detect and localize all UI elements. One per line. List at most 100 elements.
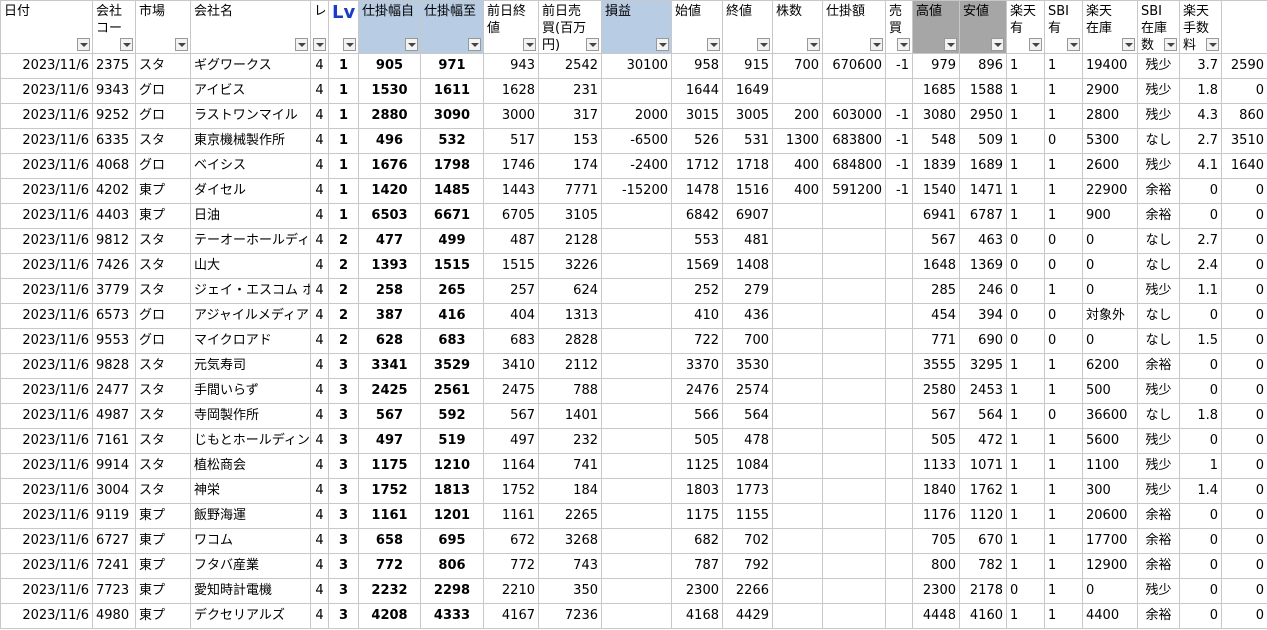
cell-low[interactable]: 4160 [959,603,1007,629]
filter-dropdown-icon[interactable] [1122,38,1135,51]
cell-sbi-avail[interactable]: 1 [1044,153,1083,179]
cell-prev-volume[interactable]: 174 [538,153,602,179]
header-open[interactable]: 始値 [671,0,723,54]
cell-prev-volume[interactable]: 153 [538,128,602,154]
cell-side[interactable] [885,428,913,454]
cell-lv[interactable]: 3 [328,403,359,429]
cell-lv[interactable]: 1 [328,178,359,204]
header-prev-close[interactable]: 前日終値 [483,0,539,54]
cell-extra[interactable]: 0 [1221,178,1267,204]
cell-re[interactable]: 4 [310,253,329,279]
cell-rakuten-avail[interactable]: 0 [1006,228,1045,254]
cell-lv[interactable]: 2 [328,328,359,354]
cell-shares[interactable]: 200 [772,103,823,129]
cell-rakuten-fee[interactable]: 0 [1179,603,1222,629]
cell-shares[interactable] [772,278,823,304]
cell-rakuten-stock[interactable]: 0 [1082,578,1138,604]
cell-close[interactable]: 3530 [722,353,773,379]
cell-prev-close[interactable]: 672 [483,528,539,554]
cell-prev-volume[interactable]: 1401 [538,403,602,429]
cell-range-from[interactable]: 1752 [358,478,421,504]
cell-prev-volume[interactable]: 2265 [538,503,602,529]
cell-shares[interactable]: 700 [772,53,823,79]
cell-open[interactable]: 4168 [671,603,723,629]
cell-range-from[interactable]: 1530 [358,78,421,104]
cell-position-amount[interactable] [822,353,886,379]
cell-rakuten-fee[interactable]: 1.4 [1179,478,1222,504]
cell-prev-close[interactable]: 3000 [483,103,539,129]
cell-range-from[interactable]: 772 [358,553,421,579]
cell-range-to[interactable]: 683 [420,328,484,354]
cell-prev-close[interactable]: 2475 [483,378,539,404]
cell-date[interactable]: 2023/11/6 [0,503,93,529]
cell-company-name[interactable]: 東京機械製作所 [190,128,311,154]
cell-range-from[interactable]: 1175 [358,453,421,479]
filter-dropdown-icon[interactable] [175,38,188,51]
cell-rakuten-stock[interactable]: 0 [1082,228,1138,254]
cell-rakuten-fee[interactable]: 0 [1179,553,1222,579]
cell-extra[interactable]: 0 [1221,328,1267,354]
cell-market[interactable]: 東プ [135,203,191,229]
cell-rakuten-avail[interactable]: 1 [1006,378,1045,404]
cell-sbi-avail[interactable]: 0 [1044,303,1083,329]
cell-shares[interactable] [772,353,823,379]
cell-range-to[interactable]: 592 [420,403,484,429]
cell-extra[interactable]: 0 [1221,428,1267,454]
cell-market[interactable]: スタ [135,428,191,454]
cell-open[interactable]: 958 [671,53,723,79]
cell-close[interactable]: 792 [722,553,773,579]
cell-re[interactable]: 4 [310,528,329,554]
cell-sbi-stock[interactable]: 余裕 [1137,178,1180,204]
cell-prev-close[interactable]: 1164 [483,453,539,479]
cell-low[interactable]: 1071 [959,453,1007,479]
cell-lv[interactable]: 1 [328,153,359,179]
cell-range-to[interactable]: 806 [420,553,484,579]
cell-date[interactable]: 2023/11/6 [0,253,93,279]
cell-date[interactable]: 2023/11/6 [0,453,93,479]
cell-side[interactable] [885,503,913,529]
cell-pnl[interactable] [601,203,672,229]
cell-pnl[interactable]: 2000 [601,103,672,129]
cell-pnl[interactable] [601,328,672,354]
cell-date[interactable]: 2023/11/6 [0,303,93,329]
cell-position-amount[interactable] [822,278,886,304]
cell-date[interactable]: 2023/11/6 [0,178,93,204]
cell-sbi-stock[interactable]: 残少 [1137,103,1180,129]
cell-extra[interactable]: 0 [1221,503,1267,529]
cell-range-to[interactable]: 1611 [420,78,484,104]
filter-dropdown-icon[interactable] [343,38,356,51]
cell-low[interactable]: 2950 [959,103,1007,129]
cell-rakuten-stock[interactable]: 0 [1082,278,1138,304]
cell-re[interactable]: 4 [310,178,329,204]
cell-prev-close[interactable]: 1628 [483,78,539,104]
cell-side[interactable] [885,78,913,104]
cell-shares[interactable] [772,328,823,354]
cell-lv[interactable]: 2 [328,253,359,279]
cell-position-amount[interactable]: 670600 [822,53,886,79]
cell-code[interactable]: 4202 [92,178,136,204]
cell-high[interactable]: 771 [912,328,960,354]
cell-rakuten-avail[interactable]: 1 [1006,428,1045,454]
cell-market[interactable]: グロ [135,153,191,179]
cell-rakuten-stock[interactable]: 2900 [1082,78,1138,104]
cell-range-from[interactable]: 1393 [358,253,421,279]
cell-open[interactable]: 1712 [671,153,723,179]
cell-code[interactable]: 9812 [92,228,136,254]
cell-range-from[interactable]: 567 [358,403,421,429]
cell-range-to[interactable]: 1813 [420,478,484,504]
cell-sbi-avail[interactable]: 0 [1044,253,1083,279]
cell-prev-volume[interactable]: 3105 [538,203,602,229]
cell-extra[interactable]: 0 [1221,578,1267,604]
cell-open[interactable]: 3015 [671,103,723,129]
cell-rakuten-fee[interactable]: 0 [1179,378,1222,404]
cell-date[interactable]: 2023/11/6 [0,228,93,254]
cell-side[interactable] [885,228,913,254]
cell-sbi-avail[interactable]: 1 [1044,428,1083,454]
cell-prev-close[interactable]: 1515 [483,253,539,279]
cell-rakuten-stock[interactable]: 5300 [1082,128,1138,154]
cell-rakuten-stock[interactable]: 20600 [1082,503,1138,529]
cell-prev-close[interactable]: 683 [483,328,539,354]
cell-open[interactable]: 682 [671,528,723,554]
cell-extra[interactable]: 0 [1221,303,1267,329]
cell-low[interactable]: 1369 [959,253,1007,279]
